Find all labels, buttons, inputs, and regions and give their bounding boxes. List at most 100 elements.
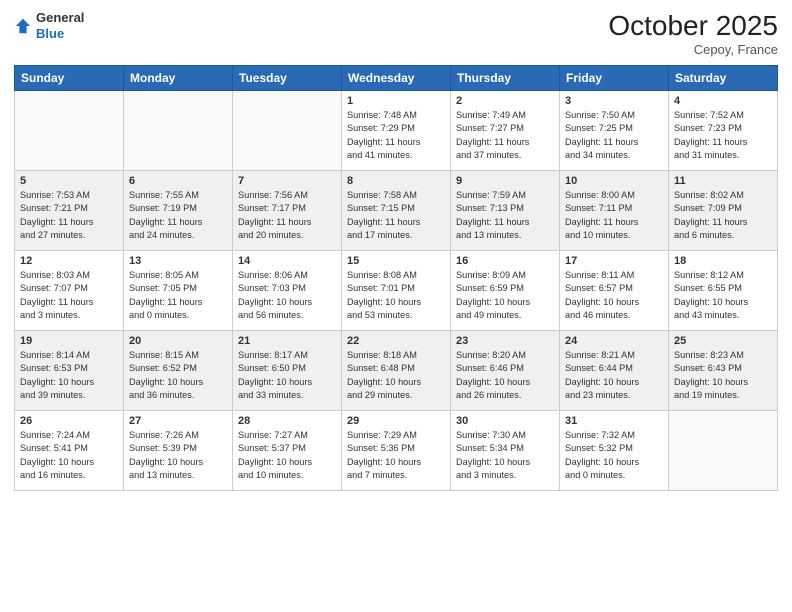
day-number: 25 (674, 335, 772, 347)
calendar-cell: 9Sunrise: 7:59 AMSunset: 7:13 PMDaylight… (451, 171, 560, 251)
calendar-cell: 27 Sunrise: 7:26 AMSunset: 5:39 PMDayligh… (124, 411, 233, 491)
calendar-cell: 6Sunrise: 7:55 AMSunset: 7:19 PMDaylight… (124, 171, 233, 251)
day-info: Sunrise: 7:26 AMSunset: 5:39 PMDaylight:… (129, 429, 227, 482)
day-number: 11 (674, 175, 772, 187)
calendar-cell: 18Sunrise: 8:12 AMSunset: 6:55 PMDayligh… (669, 251, 778, 331)
sunset-text: Sunset: 6:48 PM (347, 362, 445, 375)
day-number: 16 (456, 255, 554, 267)
calendar-header: Sunday Monday Tuesday Wednesday Thursday… (15, 66, 778, 91)
day-info: Sunrise: 7:50 AMSunset: 7:25 PMDaylight:… (565, 109, 663, 162)
daylight-text: Daylight: 10 hours (347, 296, 445, 309)
calendar-week-row: 19Sunrise: 8:14 AMSunset: 6:53 PMDayligh… (15, 331, 778, 411)
daylight-text: and 6 minutes. (674, 229, 772, 242)
day-number: 22 (347, 335, 445, 347)
day-number: 24 (565, 335, 663, 347)
sunrise-text: Sunrise: 8:18 AM (347, 349, 445, 362)
day-number: 26 (20, 415, 118, 427)
daylight-text: Daylight: 10 hours (674, 296, 772, 309)
daylight-text: Daylight: 10 hours (456, 456, 554, 469)
day-number: 9 (456, 175, 554, 187)
sunrise-text: Sunrise: 7:58 AM (347, 189, 445, 202)
sunrise-text: Sunrise: 8:03 AM (20, 269, 118, 282)
sunrise-text: Sunrise: 8:20 AM (456, 349, 554, 362)
daylight-text: Daylight: 10 hours (20, 376, 118, 389)
daylight-text: and 10 minutes. (565, 229, 663, 242)
daylight-text: and 29 minutes. (347, 389, 445, 402)
day-number: 27 (129, 415, 227, 427)
daylight-text: and 39 minutes. (20, 389, 118, 402)
sunrise-text: Sunrise: 8:15 AM (129, 349, 227, 362)
daylight-text: and 56 minutes. (238, 309, 336, 322)
daylight-text: Daylight: 11 hours (129, 296, 227, 309)
day-number: 19 (20, 335, 118, 347)
day-info: Sunrise: 8:11 AMSunset: 6:57 PMDaylight:… (565, 269, 663, 322)
day-info: Sunrise: 7:48 AMSunset: 7:29 PMDaylight:… (347, 109, 445, 162)
logo-blue: Blue (36, 26, 64, 41)
day-number: 6 (129, 175, 227, 187)
daylight-text: Daylight: 10 hours (238, 376, 336, 389)
sunrise-text: Sunrise: 7:52 AM (674, 109, 772, 122)
calendar-cell (124, 91, 233, 171)
day-info: Sunrise: 7:53 AMSunset: 7:21 PMDaylight:… (20, 189, 118, 242)
day-info: Sunrise: 8:20 AMSunset: 6:46 PMDaylight:… (456, 349, 554, 402)
sunset-text: Sunset: 5:36 PM (347, 442, 445, 455)
sunrise-text: Sunrise: 8:06 AM (238, 269, 336, 282)
day-number: 5 (20, 175, 118, 187)
day-info: Sunrise: 8:12 AMSunset: 6:55 PMDaylight:… (674, 269, 772, 322)
day-number: 8 (347, 175, 445, 187)
day-number: 21 (238, 335, 336, 347)
sunset-text: Sunset: 6:53 PM (20, 362, 118, 375)
sunrise-text: Sunrise: 7:50 AM (565, 109, 663, 122)
sunrise-text: Sunrise: 7:56 AM (238, 189, 336, 202)
calendar-week-row: 5 Sunrise: 7:53 AMSunset: 7:21 PMDaylight… (15, 171, 778, 251)
logo-icon (14, 17, 32, 35)
daylight-text: and 19 minutes. (674, 389, 772, 402)
day-info: Sunrise: 7:29 AMSunset: 5:36 PMDaylight:… (347, 429, 445, 482)
daylight-text: Daylight: 11 hours (238, 216, 336, 229)
sunset-text: Sunset: 7:05 PM (129, 282, 227, 295)
daylight-text: Daylight: 10 hours (347, 376, 445, 389)
col-wednesday: Wednesday (342, 66, 451, 91)
day-info: Sunrise: 8:21 AMSunset: 6:44 PMDaylight:… (565, 349, 663, 402)
daylight-text: Daylight: 10 hours (238, 456, 336, 469)
calendar-cell: 4Sunrise: 7:52 AMSunset: 7:23 PMDaylight… (669, 91, 778, 171)
daylight-text: Daylight: 11 hours (347, 136, 445, 149)
col-tuesday: Tuesday (233, 66, 342, 91)
sunset-text: Sunset: 7:13 PM (456, 202, 554, 215)
daylight-text: and 7 minutes. (347, 469, 445, 482)
calendar-cell: 13Sunrise: 8:05 AMSunset: 7:05 PMDayligh… (124, 251, 233, 331)
sunset-text: Sunset: 6:55 PM (674, 282, 772, 295)
calendar-week-row: 26Sunrise: 7:24 AMSunset: 5:41 PMDayligh… (15, 411, 778, 491)
sunset-text: Sunset: 7:21 PM (20, 202, 118, 215)
sunset-text: Sunset: 7:15 PM (347, 202, 445, 215)
daylight-text: Daylight: 11 hours (456, 216, 554, 229)
sunset-text: Sunset: 7:25 PM (565, 122, 663, 135)
daylight-text: Daylight: 10 hours (565, 296, 663, 309)
sunset-text: Sunset: 6:44 PM (565, 362, 663, 375)
day-info: Sunrise: 8:09 AMSunset: 6:59 PMDaylight:… (456, 269, 554, 322)
calendar-body: 1 Sunrise: 7:48 AMSunset: 7:29 PMDaylight… (15, 91, 778, 491)
sunrise-text: Sunrise: 8:17 AM (238, 349, 336, 362)
sunrise-text: Sunrise: 8:11 AM (565, 269, 663, 282)
calendar-cell: 11Sunrise: 8:02 AMSunset: 7:09 PMDayligh… (669, 171, 778, 251)
day-info: Sunrise: 8:17 AMSunset: 6:50 PMDaylight:… (238, 349, 336, 402)
day-info: Sunrise: 7:27 AMSunset: 5:37 PMDaylight:… (238, 429, 336, 482)
daylight-text: Daylight: 11 hours (456, 136, 554, 149)
day-number: 29 (347, 415, 445, 427)
calendar-cell: 5 Sunrise: 7:53 AMSunset: 7:21 PMDaylight… (15, 171, 124, 251)
sunset-text: Sunset: 7:17 PM (238, 202, 336, 215)
daylight-text: and 27 minutes. (20, 229, 118, 242)
day-number: 23 (456, 335, 554, 347)
sunrise-text: Sunrise: 7:29 AM (347, 429, 445, 442)
col-friday: Friday (560, 66, 669, 91)
calendar: Sunday Monday Tuesday Wednesday Thursday… (14, 65, 778, 491)
col-saturday: Saturday (669, 66, 778, 91)
daylight-text: Daylight: 10 hours (20, 456, 118, 469)
day-info: Sunrise: 8:06 AMSunset: 7:03 PMDaylight:… (238, 269, 336, 322)
calendar-week-row: 1 Sunrise: 7:48 AMSunset: 7:29 PMDaylight… (15, 91, 778, 171)
daylight-text: and 16 minutes. (20, 469, 118, 482)
daylight-text: and 53 minutes. (347, 309, 445, 322)
day-number: 1 (347, 95, 445, 107)
daylight-text: and 43 minutes. (674, 309, 772, 322)
sunset-text: Sunset: 7:03 PM (238, 282, 336, 295)
